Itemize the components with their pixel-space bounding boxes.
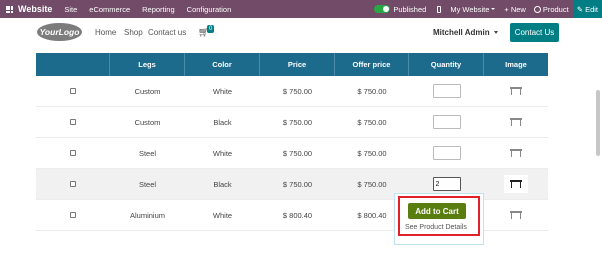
menu-ecommerce[interactable]: eCommerce: [89, 5, 130, 14]
scrollbar[interactable]: [596, 90, 600, 156]
table-product-icon: [510, 211, 522, 219]
cell-offer-price: $ 750.00: [357, 86, 387, 96]
menu-site[interactable]: Site: [64, 5, 77, 14]
cell-offer-price: $ 750.00: [357, 148, 387, 158]
quantity-input[interactable]: [432, 146, 461, 160]
product-image[interactable]: [504, 175, 528, 193]
col-price: Price: [260, 53, 335, 76]
cell-legs: Steel: [138, 179, 157, 189]
cell-legs: Aluminium: [129, 210, 165, 220]
nav-home[interactable]: Home: [95, 28, 116, 37]
gear-icon: [533, 5, 541, 13]
row-checkbox[interactable]: [70, 212, 76, 218]
product-settings-button[interactable]: Product: [533, 4, 569, 14]
product-image[interactable]: [504, 83, 528, 99]
published-label[interactable]: Published: [393, 5, 426, 14]
cell-color: White: [212, 148, 233, 158]
cell-price: $ 750.00: [282, 148, 313, 158]
col-color: Color: [185, 53, 260, 76]
table-row: Custom Black $ 750.00 $ 750.00: [36, 107, 548, 138]
chevron-down-icon: [491, 8, 496, 10]
chevron-down-icon: [493, 31, 498, 34]
user-menu[interactable]: Mitchell Admin: [433, 28, 498, 37]
cell-price: $ 750.00: [282, 179, 313, 189]
published-toggle[interactable]: [374, 5, 391, 13]
cell-color: White: [212, 210, 233, 220]
col-offer-price: Offer price: [335, 53, 409, 76]
table-product-icon: [510, 180, 522, 188]
cell-offer-price: $ 750.00: [357, 117, 387, 127]
apps-grid-icon: [5, 5, 13, 13]
quantity-input[interactable]: [432, 84, 461, 98]
row-checkbox[interactable]: [70, 88, 76, 94]
table-row: Steel White $ 750.00 $ 750.00: [36, 138, 548, 169]
table-product-icon: [510, 149, 522, 157]
quantity-input[interactable]: 2: [432, 177, 461, 191]
cell-color: White: [212, 86, 233, 96]
table-product-icon: [510, 118, 522, 126]
table-product-icon: [510, 87, 522, 95]
col-quantity: Quantity: [409, 53, 484, 76]
col-select: [36, 53, 110, 76]
cell-legs: Custom: [134, 86, 161, 96]
my-website-dropdown[interactable]: My Website: [450, 5, 489, 14]
see-product-details-link[interactable]: See Product Details: [405, 224, 467, 231]
new-button[interactable]: + New: [504, 5, 525, 14]
cell-legs: Custom: [134, 117, 161, 127]
app-brand[interactable]: Website: [18, 4, 52, 14]
product-image[interactable]: [504, 145, 528, 161]
cart-count-badge: 0: [207, 25, 215, 33]
quantity-input[interactable]: [432, 115, 461, 129]
cell-price: $ 800.40: [282, 210, 313, 220]
col-image: Image: [505, 60, 527, 69]
nav-shop[interactable]: Shop: [124, 28, 143, 37]
table-row: Custom White $ 750.00 $ 750.00: [36, 76, 548, 107]
cell-legs: Steel: [138, 148, 157, 158]
product-image[interactable]: [504, 207, 528, 223]
add-to-cart-button[interactable]: Add to Cart: [408, 203, 466, 219]
contact-us-button[interactable]: Contact Us: [510, 23, 559, 42]
menu-configuration[interactable]: Configuration: [187, 5, 232, 14]
product-label: Product: [542, 4, 569, 14]
cell-price: $ 750.00: [282, 86, 313, 96]
apps-menu-button[interactable]: [2, 0, 16, 18]
user-name: Mitchell Admin: [433, 28, 490, 37]
cell-color: Black: [213, 179, 232, 189]
nav-contact-us[interactable]: Contact us: [148, 28, 186, 37]
edit-button[interactable]: ✎ Edit: [572, 0, 602, 18]
admin-bar: Website Site eCommerce Reporting Configu…: [0, 0, 602, 18]
row-checkbox[interactable]: [70, 150, 76, 156]
menu-reporting[interactable]: Reporting: [142, 5, 175, 14]
col-legs: Legs: [110, 53, 185, 76]
cell-color: Black: [213, 117, 232, 127]
product-image[interactable]: [504, 114, 528, 130]
site-logo[interactable]: YourLogo: [37, 23, 82, 41]
variant-table-header: Legs Color Price Offer price Quantity Im…: [36, 53, 548, 76]
row-checkbox[interactable]: [70, 119, 76, 125]
mobile-preview-icon[interactable]: [437, 5, 442, 13]
row-checkbox[interactable]: [70, 181, 76, 187]
cell-price: $ 750.00: [282, 117, 313, 127]
